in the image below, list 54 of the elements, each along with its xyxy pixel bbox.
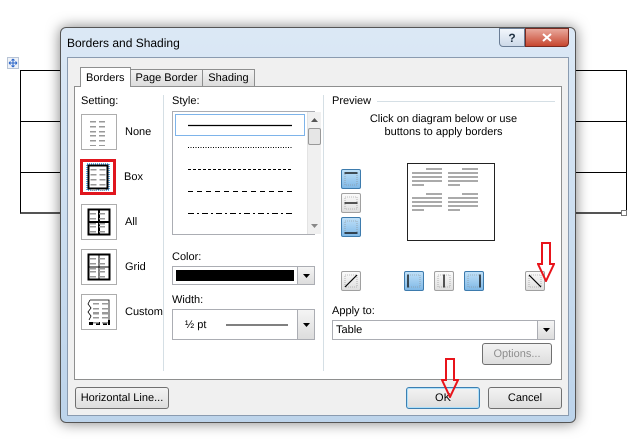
setting-option-label[interactable]: None [125,126,152,138]
window-title: Borders and Shading [67,36,180,50]
color-dropdown[interactable] [172,266,315,285]
all-border-icon [87,208,111,236]
preview-label: Preview [332,95,372,107]
scroll-bar[interactable] [307,112,321,234]
setting-option-button[interactable] [81,294,117,330]
line-width-sample [226,324,288,326]
custom-border-icon [87,298,111,326]
diagonal-down-border-button[interactable] [525,271,545,291]
close-icon [542,33,552,42]
grid-border-icon [87,253,111,281]
setting-option-button[interactable] [80,159,116,195]
bottom-border-button[interactable] [341,217,361,237]
move-handle-icon[interactable] [7,57,19,69]
width-dropdown[interactable]: ½ pt [172,309,315,340]
setting-option-label[interactable]: Custom [125,306,163,318]
right-border-button[interactable] [464,271,484,291]
setting-option-label[interactable]: Box [124,171,143,183]
setting-option-button[interactable] [81,249,117,285]
setting-option-label[interactable]: All [125,216,138,228]
line-style-option[interactable] [175,114,305,136]
dropdown-arrow-icon [302,322,310,326]
inside-horizontal-border-button[interactable] [341,193,361,213]
dialog-button[interactable]: Cancel [488,387,562,409]
style-label: Style: [172,95,201,107]
dropdown-arrow-icon [542,328,550,332]
setting-option-label[interactable]: Grid [125,261,146,273]
apply-to-value: Table [336,324,362,336]
apply-to-label: Apply to: [332,305,376,317]
box-border-icon [86,163,110,191]
width-value: ½ pt [185,318,206,330]
diagonal-up-border-button[interactable] [341,271,361,291]
tab[interactable]: Borders [80,67,131,87]
color-label: Color: [172,251,202,263]
resize-handle-icon[interactable] [621,210,627,216]
annotation-arrow-icon [537,242,555,282]
close-button[interactable] [525,28,569,47]
help-button[interactable]: ? [499,28,525,47]
setting-option-button[interactable] [81,204,117,240]
apply-to-dropdown[interactable]: Table [332,320,555,340]
width-label: Width: [172,294,204,306]
left-border-button[interactable] [404,271,424,291]
dropdown-arrow-icon [302,274,310,278]
horizontal-line-button[interactable]: Horizontal Line... [75,387,169,409]
dialog-button[interactable]: OK [406,387,480,409]
preview-hint: Click on diagram below or use [370,113,518,126]
preview-hint: buttons to apply borders [384,126,503,139]
setting-label: Setting: [81,95,120,107]
border-preview-diagram[interactable] [407,163,495,241]
top-border-button[interactable] [341,169,361,189]
tab[interactable]: Page Border [130,69,204,87]
tab[interactable]: Shading [202,69,255,87]
inside-vertical-border-button[interactable] [434,271,454,291]
